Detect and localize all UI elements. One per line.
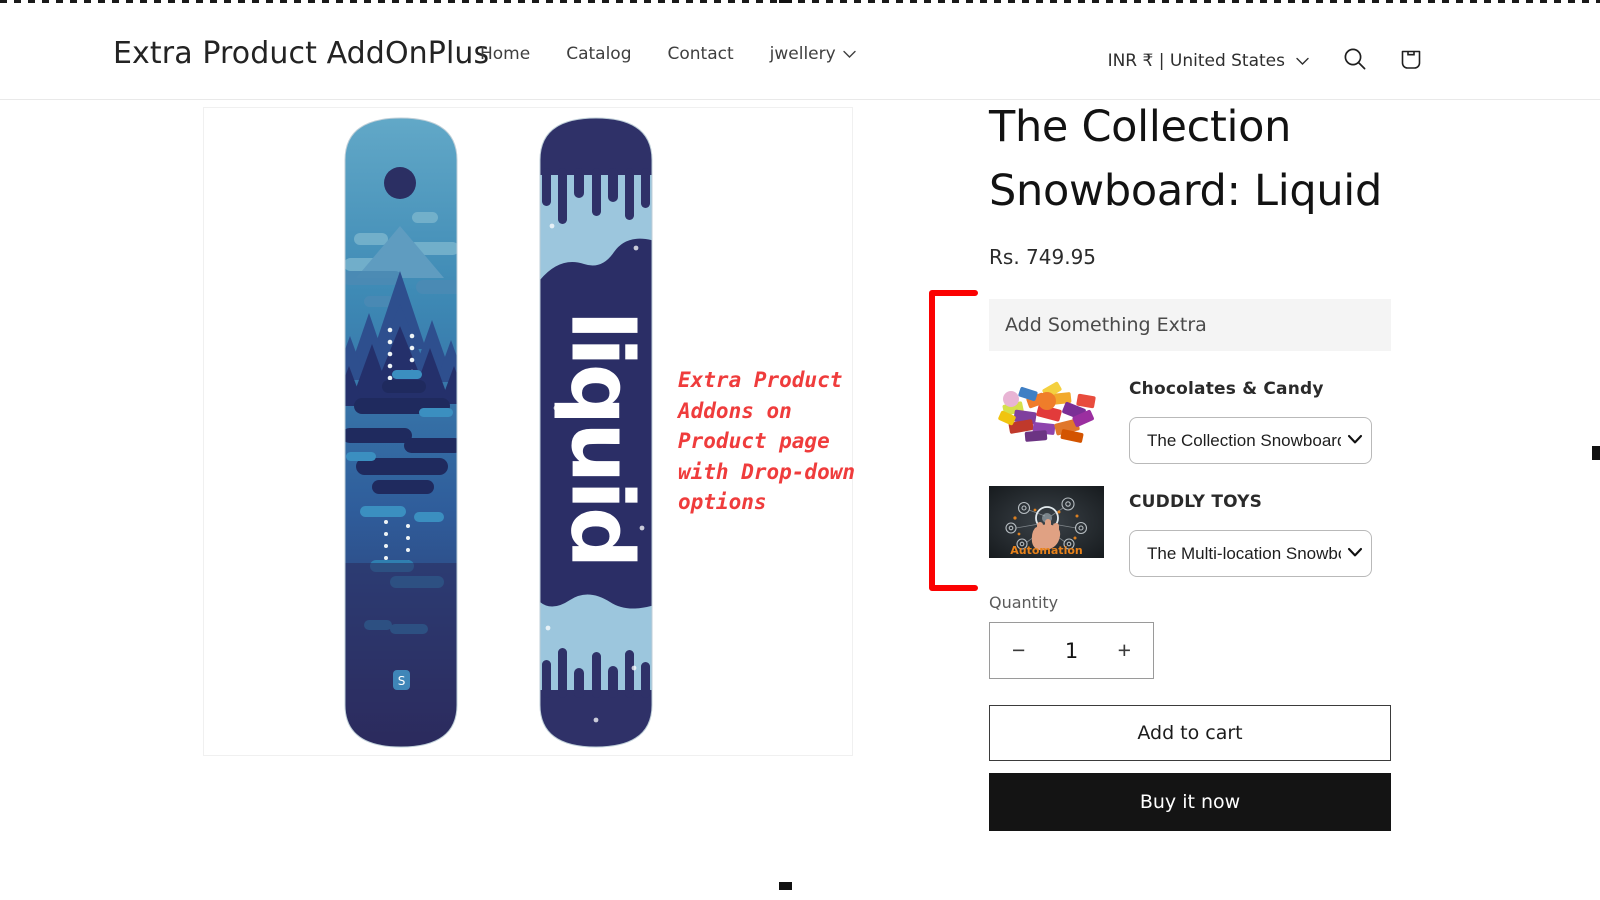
- nav-item-catalog[interactable]: Catalog: [548, 44, 649, 64]
- quantity-input[interactable]: 1: [1065, 639, 1078, 663]
- search-icon: [1342, 46, 1368, 77]
- nav-item-jwellery[interactable]: jwellery: [752, 44, 874, 64]
- quantity-decrease-button[interactable]: −: [1012, 639, 1025, 662]
- chevron-down-icon: [1347, 545, 1363, 563]
- add-to-cart-button[interactable]: Add to cart: [989, 705, 1391, 761]
- addon-title: CUDDLY TOYS: [1129, 492, 1263, 512]
- locale-selector[interactable]: INR ₹ | United States: [1108, 51, 1309, 71]
- main-navigation: Home Catalog Contact jwellery: [462, 44, 874, 64]
- svg-text:Automation: Automation: [1010, 544, 1082, 557]
- addon-row: Chocolates & Candy The Collection Snowbo…: [989, 369, 1391, 464]
- annotation-text: Extra Product Addons on Product page wit…: [678, 368, 856, 514]
- addon-details: CUDDLY TOYS The Multi-location Snowboa: [1129, 482, 1391, 577]
- addon-thumbnail-chocolates[interactable]: [989, 373, 1104, 445]
- addon-details: Chocolates & Candy The Collection Snowbo…: [1129, 369, 1391, 464]
- quantity-stepper[interactable]: − 1 +: [989, 622, 1154, 679]
- addon-variant-value: The Collection Snowboard:: [1147, 430, 1341, 450]
- addon-title: Chocolates & Candy: [1129, 379, 1324, 399]
- addon-row: Automation CUDDLY TOYS The Multi-locatio…: [989, 482, 1391, 577]
- chevron-down-icon: [842, 44, 856, 64]
- site-header: Extra Product AddOnPlus Home Catalog Con…: [0, 3, 1600, 100]
- locale-label: INR ₹ | United States: [1107, 51, 1285, 71]
- addon-variant-select-chocolates[interactable]: The Collection Snowboard:: [1129, 417, 1372, 464]
- search-button[interactable]: [1333, 39, 1377, 83]
- selection-handle-right[interactable]: [1592, 446, 1600, 460]
- cart-button[interactable]: [1389, 39, 1433, 83]
- quantity-increase-button[interactable]: +: [1118, 639, 1131, 662]
- cart-icon: [1397, 45, 1425, 78]
- product-price: Rs. 749.95: [989, 245, 1097, 269]
- addon-thumbnail-cuddly-toys[interactable]: Automation: [989, 486, 1104, 558]
- addon-variant-value: The Multi-location Snowboa: [1147, 543, 1341, 563]
- annotation-bracket: [929, 290, 978, 591]
- selection-handle-bottom[interactable]: [779, 882, 792, 890]
- nav-item-home[interactable]: Home: [462, 44, 548, 64]
- nav-item-jwellery-label: jwellery: [769, 44, 836, 64]
- addon-variant-select-cuddly-toys[interactable]: The Multi-location Snowboa: [1129, 530, 1372, 577]
- buy-it-now-button[interactable]: Buy it now: [989, 773, 1391, 831]
- page-root: Extra Product AddOnPlus Home Catalog Con…: [0, 0, 1600, 900]
- quantity-label: Quantity: [989, 593, 1059, 612]
- svg-text:S: S: [398, 674, 406, 688]
- site-brand[interactable]: Extra Product AddOnPlus: [113, 36, 489, 71]
- chevron-down-icon: [1296, 51, 1309, 71]
- nav-item-contact[interactable]: Contact: [650, 44, 752, 64]
- header-actions: INR ₹ | United States: [1108, 39, 1600, 83]
- product-info: The Collection Snowboard: Liquid Rs. 749…: [989, 95, 1391, 831]
- addon-section-header: Add Something Extra: [989, 299, 1391, 351]
- page-title: The Collection Snowboard: Liquid: [989, 102, 1382, 216]
- svg-text:liquid: liquid: [552, 311, 652, 566]
- chevron-down-icon: [1347, 432, 1363, 450]
